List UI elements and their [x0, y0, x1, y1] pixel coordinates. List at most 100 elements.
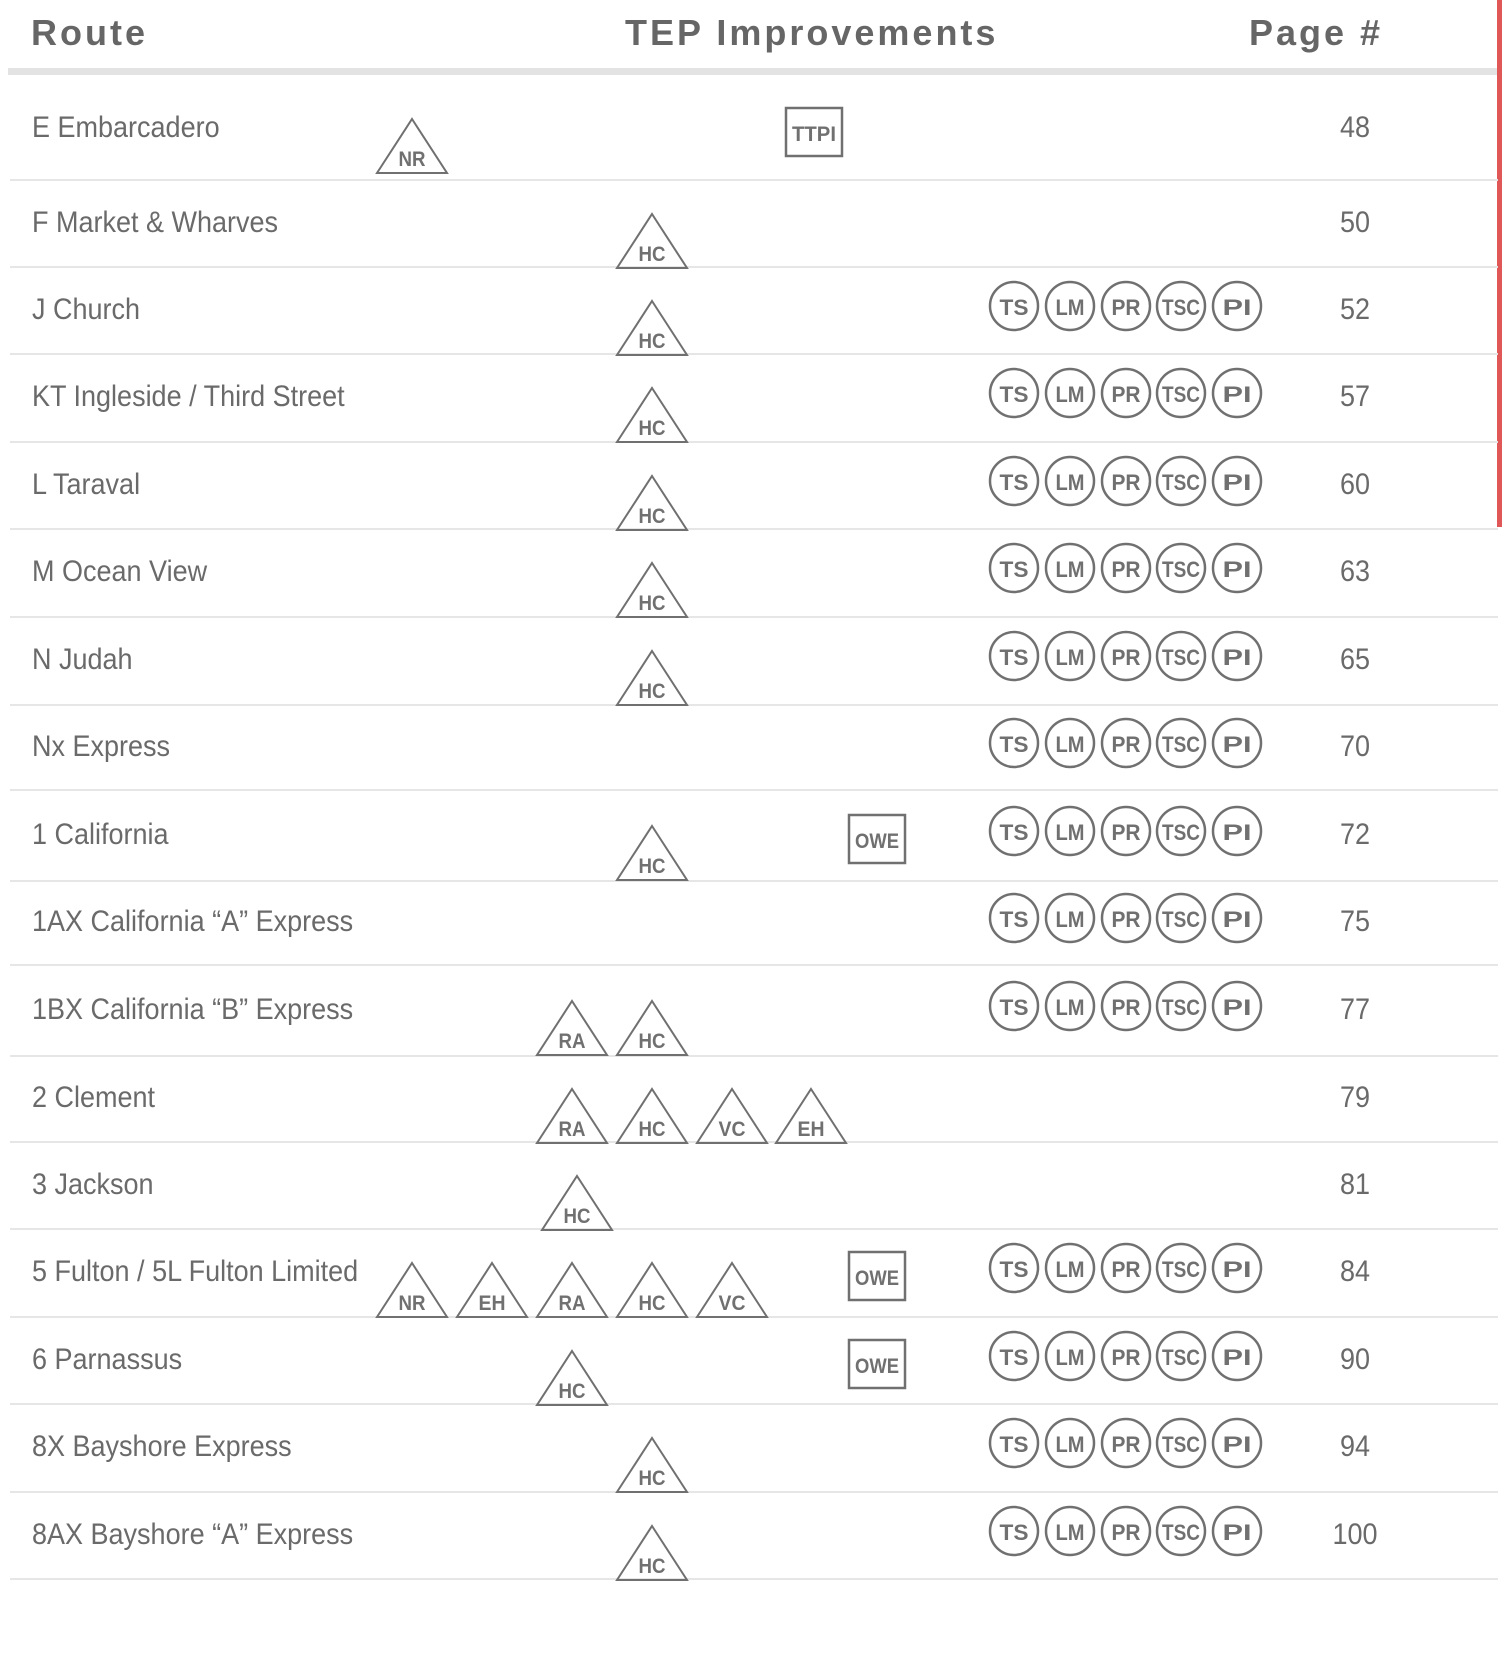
svg-text:LM: LM: [1056, 295, 1085, 320]
route-name[interactable]: 2 Clement: [32, 1081, 155, 1115]
hc-triangle-icon: HC: [615, 649, 689, 707]
table-row[interactable]: 1 California HC OWE TS LM PR TSC PI 72: [10, 791, 1498, 882]
page-number[interactable]: 75: [1310, 905, 1400, 939]
table-row[interactable]: 3 Jackson HC 81: [10, 1143, 1498, 1231]
tsc-circle-icon: TSC: [1155, 1417, 1207, 1469]
tsc-circle-icon: TSC: [1155, 1330, 1207, 1382]
svg-text:LM: LM: [1056, 1257, 1085, 1282]
ts-circle-icon: TS: [988, 717, 1040, 769]
tsc-circle-icon: TSC: [1155, 805, 1207, 857]
pr-circle-icon: PR: [1100, 717, 1152, 769]
page-number[interactable]: 63: [1310, 555, 1400, 589]
ts-circle-icon: TS: [988, 542, 1040, 594]
route-name[interactable]: L Taraval: [32, 468, 140, 502]
page-number[interactable]: 79: [1310, 1081, 1400, 1115]
table-row[interactable]: 8X Bayshore Express HC TS LM PR TSC PI 94: [10, 1405, 1498, 1493]
route-name[interactable]: J Church: [32, 293, 140, 327]
route-name[interactable]: KT Ingleside / Third Street: [32, 380, 345, 414]
route-name[interactable]: 1AX California “A” Express: [32, 905, 353, 939]
page-number[interactable]: 90: [1310, 1343, 1400, 1377]
route-name[interactable]: 5 Fulton / 5L Fulton Limited: [32, 1255, 358, 1289]
page-number[interactable]: 77: [1310, 993, 1400, 1027]
hc-triangle-icon: HC: [615, 1261, 689, 1319]
table-row[interactable]: 6 Parnassus HC OWE TS LM PR TSC PI 90: [10, 1318, 1498, 1406]
page-number[interactable]: 72: [1310, 818, 1400, 852]
svg-text:PI: PI: [1223, 820, 1252, 845]
pr-circle-icon: PR: [1100, 367, 1152, 419]
pr-circle-icon: PR: [1100, 280, 1152, 332]
tsc-circle-icon: TSC: [1155, 280, 1207, 332]
svg-text:HC: HC: [639, 1555, 666, 1578]
page-number[interactable]: 50: [1310, 206, 1400, 240]
svg-text:PI: PI: [1223, 732, 1252, 757]
hc-triangle-icon: HC: [615, 1436, 689, 1494]
page-number[interactable]: 100: [1310, 1518, 1400, 1552]
pi-circle-icon: PI: [1211, 367, 1263, 419]
owe-box-icon: OWE: [847, 813, 907, 864]
pi-circle-icon: PI: [1211, 280, 1263, 332]
pi-circle-icon: PI: [1211, 1242, 1263, 1294]
table-row[interactable]: 1AX California “A” Express TS LM PR TSC PI 75: [10, 882, 1498, 966]
route-name[interactable]: Nx Express: [32, 730, 170, 764]
svg-text:TS: TS: [1000, 1345, 1029, 1370]
table-row[interactable]: L Taraval HC TS LM PR TSC PI 60: [10, 443, 1498, 531]
page-number[interactable]: 70: [1310, 730, 1400, 764]
owe-box-icon: OWE: [847, 1338, 907, 1389]
route-name[interactable]: 1BX California “B” Express: [32, 993, 353, 1027]
route-name[interactable]: N Judah: [32, 643, 133, 677]
lm-circle-icon: LM: [1044, 1417, 1096, 1469]
page-number[interactable]: 65: [1310, 643, 1400, 677]
page-number[interactable]: 81: [1310, 1168, 1400, 1202]
table-row[interactable]: F Market & Wharves HC 50: [10, 181, 1498, 269]
page-number[interactable]: 94: [1310, 1430, 1400, 1464]
svg-text:PI: PI: [1223, 470, 1252, 495]
route-name[interactable]: 1 California: [32, 818, 169, 852]
table-row[interactable]: N Judah HC TS LM PR TSC PI 65: [10, 618, 1498, 706]
table-row[interactable]: 2 Clement RA HC VC EH 79: [10, 1057, 1498, 1144]
table-row[interactable]: KT Ingleside / Third Street HC TS LM PR TSC PI…: [10, 355, 1498, 443]
hc-triangle-icon: HC: [615, 386, 689, 444]
table-row[interactable]: 8AX Bayshore “A” Express HC TS LM PR TSC PI 100: [10, 1493, 1498, 1581]
page-number[interactable]: 48: [1310, 111, 1400, 145]
ts-circle-icon: TS: [988, 1330, 1040, 1382]
svg-text:TS: TS: [1000, 907, 1029, 932]
page-number[interactable]: 60: [1310, 468, 1400, 502]
svg-text:TS: TS: [1000, 1520, 1029, 1545]
table-row[interactable]: Nx Express TS LM PR TSC PI 70: [10, 706, 1498, 791]
tsc-circle-icon: TSC: [1155, 892, 1207, 944]
pi-circle-icon: PI: [1211, 455, 1263, 507]
page-number[interactable]: 57: [1310, 380, 1400, 414]
pr-circle-icon: PR: [1100, 892, 1152, 944]
page-number[interactable]: 84: [1310, 1255, 1400, 1289]
svg-text:TSC: TSC: [1162, 295, 1200, 320]
svg-text:PR: PR: [1112, 820, 1141, 845]
svg-text:TSC: TSC: [1162, 382, 1200, 407]
tsc-circle-icon: TSC: [1155, 455, 1207, 507]
tsc-circle-icon: TSC: [1155, 630, 1207, 682]
page-number[interactable]: 52: [1310, 293, 1400, 327]
svg-text:HC: HC: [639, 1030, 666, 1053]
svg-text:PI: PI: [1223, 1520, 1252, 1545]
route-name[interactable]: M Ocean View: [32, 555, 207, 589]
route-name[interactable]: F Market & Wharves: [32, 206, 278, 240]
route-name[interactable]: 6 Parnassus: [32, 1343, 182, 1377]
svg-text:PR: PR: [1112, 645, 1141, 670]
route-name[interactable]: 8AX Bayshore “A” Express: [32, 1518, 353, 1552]
svg-text:TS: TS: [1000, 382, 1029, 407]
lm-circle-icon: LM: [1044, 805, 1096, 857]
route-name[interactable]: 3 Jackson: [32, 1168, 154, 1202]
pi-circle-icon: PI: [1211, 980, 1263, 1032]
table-row[interactable]: 1BX California “B” Express RA HC TS LM PR TSC P…: [10, 966, 1498, 1057]
svg-text:HC: HC: [559, 1380, 586, 1403]
route-name[interactable]: 8X Bayshore Express: [32, 1430, 292, 1464]
pr-circle-icon: PR: [1100, 630, 1152, 682]
svg-text:PR: PR: [1112, 470, 1141, 495]
lm-circle-icon: LM: [1044, 1505, 1096, 1557]
table-row[interactable]: E Embarcadero NR TTPI 48: [10, 78, 1498, 181]
svg-text:TS: TS: [1000, 1257, 1029, 1282]
table-row[interactable]: 5 Fulton / 5L Fulton Limited NR EH RA HC VC OW…: [10, 1230, 1498, 1318]
table-row[interactable]: J Church HC TS LM PR TSC PI 52: [10, 268, 1498, 356]
pr-circle-icon: PR: [1100, 1242, 1152, 1294]
table-row[interactable]: M Ocean View HC TS LM PR TSC PI 63: [10, 530, 1498, 618]
route-name[interactable]: E Embarcadero: [32, 111, 220, 145]
